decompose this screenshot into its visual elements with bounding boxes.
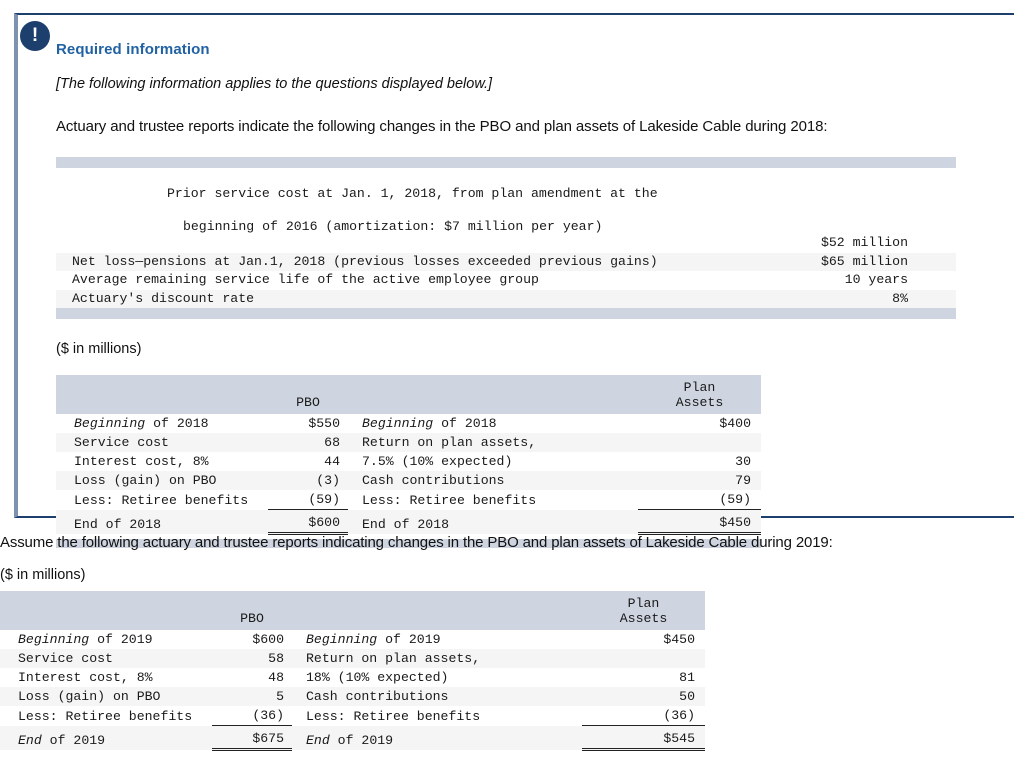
row-value: 48: [268, 670, 284, 685]
row-value: 10 years: [844, 272, 908, 287]
row-value: (36): [582, 706, 705, 726]
row-value: [638, 433, 761, 452]
row-label: Cash contributions: [362, 473, 505, 488]
row-label: Actuary's discount rate: [72, 290, 255, 306]
table-row: Beginning of 2018 $550 Beginning of 2018…: [56, 414, 761, 433]
column-header-plan-assets: Plan Assets: [638, 375, 761, 414]
row-value: (59): [268, 490, 348, 510]
row-label: Service cost: [18, 651, 113, 666]
column-header-plan-assets: Plan Assets: [582, 591, 705, 630]
row-label: Beginning of 2019: [18, 632, 153, 647]
row-label: Less: Retiree benefits: [362, 492, 537, 508]
row-value: 58: [268, 651, 284, 666]
table-total-row: End of 2018 $600 End of 2018 $450: [56, 509, 761, 535]
assumptions-table: Prior service cost at Jan. 1, 2018, from…: [56, 157, 956, 319]
row-value: $600: [252, 632, 284, 647]
row-label: Beginning of 2018: [74, 416, 209, 431]
table-row: Prior service cost at Jan. 1, 2018, from…: [56, 168, 956, 253]
row-value: 79: [735, 473, 751, 488]
required-information-card: ! Required information [The following in…: [14, 13, 1014, 548]
assume-paragraph: Assume the following actuary and trustee…: [0, 534, 833, 551]
row-label: Less: Retiree benefits: [18, 708, 193, 724]
row-label-cont: beginning of 2016 (amortization: $7 mill…: [182, 218, 603, 234]
row-label: Return on plan assets,: [362, 435, 537, 450]
row-label: Return on plan assets,: [306, 651, 481, 666]
row-label: Prior service cost at Jan. 1, 2018, from…: [166, 185, 658, 201]
table-header-row: PBO Plan Assets: [56, 375, 761, 414]
lead-paragraph: Actuary and trustee reports indicate the…: [56, 118, 828, 135]
row-value: $545: [582, 725, 705, 751]
table-row: Beginning of 2019 $600 Beginning of 2019…: [0, 630, 705, 649]
row-value: 81: [679, 670, 695, 685]
pbo-plan-assets-table-2018: PBO Plan Assets Beginning of 2018 $550 Be…: [56, 375, 761, 548]
table-row: Less: Retiree benefits (36) Less: Retire…: [0, 706, 705, 726]
exclamation-icon: !: [20, 21, 50, 51]
page-title: Required information: [56, 41, 210, 58]
table-row: Actuary's discount rate 8%: [56, 289, 956, 308]
row-value: $65 million: [820, 253, 908, 269]
row-value: 50: [679, 689, 695, 704]
table-row: Average remaining service life of the ac…: [56, 271, 956, 290]
row-label: Less: Retiree benefits: [306, 708, 481, 724]
row-label: End of 2019: [306, 732, 394, 748]
row-value: 30: [735, 454, 751, 469]
column-header-pbo: PBO: [268, 375, 348, 414]
row-value: (59): [638, 490, 761, 510]
row-value: $450: [638, 509, 761, 535]
table-row: Less: Retiree benefits (59) Less: Retire…: [56, 490, 761, 510]
row-label: Loss (gain) on PBO: [18, 689, 161, 704]
table-row: Service cost 68 Return on plan assets,: [56, 433, 761, 452]
band-row: [56, 157, 956, 168]
row-label: End of 2018: [362, 516, 450, 532]
row-label: Interest cost, 8%: [74, 454, 209, 469]
table-row: Loss (gain) on PBO (3) Cash contribution…: [56, 471, 761, 490]
row-label: Loss (gain) on PBO: [74, 473, 217, 488]
row-value: 8%: [892, 290, 908, 306]
card-body: Required information [The following info…: [18, 15, 1014, 548]
units-label-2019: ($ in millions): [0, 567, 86, 583]
row-value: $400: [719, 416, 751, 431]
row-value: 68: [324, 435, 340, 450]
row-value: 44: [324, 454, 340, 469]
row-label: Net loss—pensions at Jan.1, 2018 (previo…: [72, 253, 658, 269]
row-label: Average remaining service life of the ac…: [72, 272, 539, 287]
row-label: End of 2019: [18, 732, 106, 748]
row-label: Less: Retiree benefits: [74, 492, 249, 508]
row-label: Beginning of 2018: [362, 416, 497, 431]
row-value: (36): [212, 706, 292, 726]
assume-2019-section: Assume the following actuary and trustee…: [0, 534, 1024, 751]
row-value: 5: [276, 689, 284, 704]
row-value: (3): [316, 473, 340, 488]
band-row: [56, 308, 956, 319]
row-label: 7.5% (10% expected): [362, 454, 513, 469]
row-label: Service cost: [74, 435, 169, 450]
row-value: $675: [212, 725, 292, 751]
pbo-plan-assets-table-2019: PBO Plan Assets Beginning of 2019 $600 Be…: [0, 591, 705, 751]
table-total-row: End of 2019 $675 End of 2019 $545: [0, 725, 705, 751]
column-header-pbo: PBO: [212, 591, 292, 630]
row-label: Beginning of 2019: [306, 632, 441, 647]
row-label: End of 2018: [74, 516, 162, 532]
table-row: Service cost 58 Return on plan assets,: [0, 649, 705, 668]
table-row: Net loss—pensions at Jan.1, 2018 (previo…: [56, 252, 956, 271]
applies-note: [The following information applies to th…: [56, 76, 493, 92]
row-value: [582, 649, 705, 668]
row-value: $52 million: [820, 235, 908, 250]
row-label: 18% (10% expected): [306, 670, 449, 685]
table-header-row: PBO Plan Assets: [0, 591, 705, 630]
row-label: Interest cost, 8%: [18, 670, 153, 685]
table-row: Interest cost, 8% 48 18% (10% expected) …: [0, 668, 705, 687]
table-row: Interest cost, 8% 44 7.5% (10% expected)…: [56, 452, 761, 471]
row-label: Cash contributions: [306, 689, 449, 704]
row-value: $450: [663, 632, 695, 647]
row-value: $600: [268, 509, 348, 535]
row-value: $550: [308, 416, 340, 431]
table-row: Loss (gain) on PBO 5 Cash contributions …: [0, 687, 705, 706]
units-label: ($ in millions): [56, 341, 142, 357]
